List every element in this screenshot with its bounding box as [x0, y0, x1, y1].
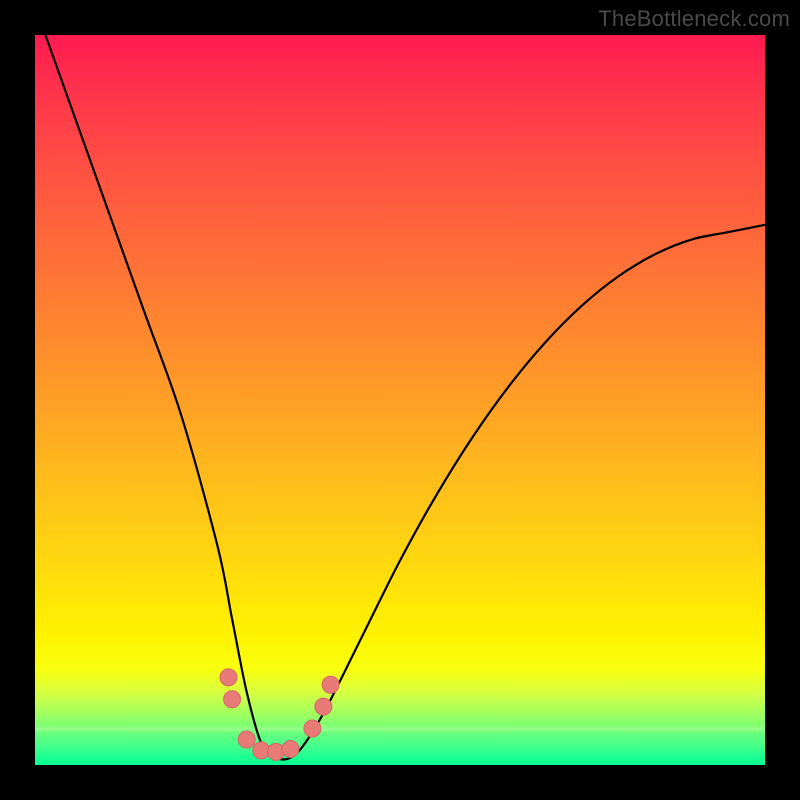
watermark-text: TheBottleneck.com: [598, 6, 790, 32]
chart-frame: TheBottleneck.com: [0, 0, 800, 800]
plot-area: [35, 35, 765, 765]
gradient-band-overlay: [35, 725, 765, 765]
